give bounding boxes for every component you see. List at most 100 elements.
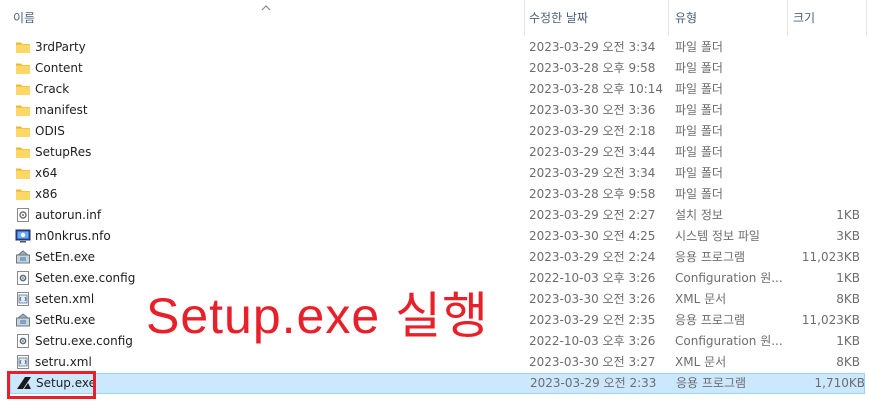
file-date: 2022-10-03 오후 3:26 xyxy=(529,334,656,348)
file-row[interactable]: x86 2023-03-28 오후 9:58 파일 폴더 xyxy=(0,184,869,205)
file-type: 파일 폴더 xyxy=(675,40,723,54)
file-row[interactable]: Crack 2023-03-28 오후 10:14 파일 폴더 xyxy=(0,79,869,100)
file-row[interactable]: Setup.exe 2023-03-29 오전 2:33 응용 프로그램 1,710K… xyxy=(10,373,865,394)
file-type: Configuration 원... xyxy=(675,271,783,285)
file-type: 파일 폴더 xyxy=(675,82,723,96)
file-date: 2023-03-29 오전 2:18 xyxy=(529,124,656,138)
folder-icon xyxy=(15,144,31,160)
column-divider[interactable] xyxy=(866,0,867,36)
xml-file-icon xyxy=(15,291,31,307)
column-header-type-label: 유형 xyxy=(675,11,698,25)
file-type: 파일 폴더 xyxy=(675,61,723,75)
file-size: 11,023KB xyxy=(801,250,860,264)
file-name: Setru.exe.config xyxy=(35,334,133,348)
file-row[interactable]: manifest 2023-03-30 오전 3:36 파일 폴더 xyxy=(0,100,869,121)
file-type: XML 문서 xyxy=(675,355,727,369)
folder-icon xyxy=(15,39,31,55)
system-info-icon xyxy=(15,228,31,244)
file-date: 2023-03-29 오전 3:34 xyxy=(529,40,656,54)
file-size: 3KB xyxy=(836,229,860,243)
file-date: 2023-03-28 오후 9:58 xyxy=(529,187,656,201)
file-row[interactable]: 3rdParty 2023-03-29 오전 3:34 파일 폴더 xyxy=(0,37,869,58)
file-name: SetRu.exe xyxy=(35,313,96,327)
file-row[interactable]: x64 2023-03-29 오전 3:34 파일 폴더 xyxy=(0,163,869,184)
file-name: autorun.inf xyxy=(35,208,102,222)
column-header-type[interactable]: 유형 xyxy=(662,0,787,36)
file-row[interactable]: autorun.inf 2023-03-29 오전 2:27 설치 정보 1KB xyxy=(0,205,869,226)
file-size: 1KB xyxy=(836,334,860,348)
file-name: ODIS xyxy=(35,124,65,138)
folder-icon xyxy=(15,102,31,118)
config-file-icon xyxy=(15,333,31,349)
file-row[interactable]: SetupRes 2023-03-29 오전 3:44 파일 폴더 xyxy=(0,142,869,163)
file-date: 2023-03-29 오전 3:44 xyxy=(529,145,656,159)
file-name: seten.xml xyxy=(35,292,95,306)
file-date: 2023-03-29 오전 2:24 xyxy=(529,250,656,264)
file-type: 파일 폴더 xyxy=(675,103,723,117)
file-row[interactable]: SetEn.exe 2023-03-29 오전 2:24 응용 프로그램 11,023… xyxy=(0,247,869,268)
file-type: 설치 정보 xyxy=(675,208,723,222)
column-header-date-label: 수정한 날짜 xyxy=(529,11,589,25)
file-type: Configuration 원... xyxy=(675,334,783,348)
file-date: 2023-03-28 오후 9:58 xyxy=(529,61,656,75)
file-type: 응용 프로그램 xyxy=(675,250,746,264)
file-date: 2023-03-29 오전 3:34 xyxy=(529,166,656,180)
file-date: 2023-03-30 오전 4:25 xyxy=(529,229,656,243)
folder-icon xyxy=(15,60,31,76)
file-type: 응용 프로그램 xyxy=(675,313,746,327)
file-date: 2023-03-29 오전 2:33 xyxy=(530,376,657,390)
file-size: 1KB xyxy=(836,208,860,222)
file-name: setru.xml xyxy=(35,355,92,369)
file-type: 파일 폴더 xyxy=(675,145,723,159)
sort-ascending-icon xyxy=(261,5,271,11)
file-type: XML 문서 xyxy=(675,292,727,306)
file-row[interactable]: m0nkrus.nfo 2023-03-30 오전 4:25 시스템 정보 파일 3K… xyxy=(0,226,869,247)
annotation-highlight-box xyxy=(7,371,96,399)
column-header-name-label: 이름 xyxy=(13,11,36,25)
file-name: x86 xyxy=(35,187,58,201)
file-size: 1KB xyxy=(836,271,860,285)
column-header-bar: 이름 수정한 날짜 유형 크기 xyxy=(0,0,869,36)
file-row[interactable]: Content 2023-03-28 오후 9:58 파일 폴더 xyxy=(0,58,869,79)
file-date: 2023-03-29 오전 2:35 xyxy=(529,313,656,327)
file-date: 2023-03-30 오전 3:27 xyxy=(529,355,656,369)
folder-icon xyxy=(15,186,31,202)
column-header-size[interactable]: 크기 xyxy=(780,0,866,36)
file-name: SetEn.exe xyxy=(35,250,95,264)
file-size: 11,023KB xyxy=(801,313,860,327)
setup-info-icon xyxy=(15,207,31,223)
file-name: 3rdParty xyxy=(35,40,86,54)
file-name: manifest xyxy=(35,103,88,117)
folder-icon xyxy=(15,123,31,139)
file-type: 파일 폴더 xyxy=(675,166,723,180)
file-size: 8KB xyxy=(836,292,860,306)
file-name: Crack xyxy=(35,82,70,96)
file-date: 2023-03-30 오전 3:26 xyxy=(529,292,656,306)
file-date: 2023-03-30 오전 3:36 xyxy=(529,103,656,117)
file-name: Seten.exe.config xyxy=(35,271,136,285)
file-date: 2023-03-29 오전 2:27 xyxy=(529,208,656,222)
file-row[interactable]: setru.xml 2023-03-30 오전 3:27 XML 문서 8KB xyxy=(0,352,869,373)
folder-icon xyxy=(15,81,31,97)
file-size: 8KB xyxy=(836,355,860,369)
file-row[interactable]: ODIS 2023-03-29 오전 2:18 파일 폴더 xyxy=(0,121,869,142)
file-name: SetupRes xyxy=(35,145,92,159)
file-size: 1,710KB xyxy=(814,376,865,390)
file-name: Content xyxy=(35,61,83,75)
file-type: 응용 프로그램 xyxy=(676,376,747,390)
config-file-icon xyxy=(15,270,31,286)
file-date: 2022-10-03 오후 3:26 xyxy=(529,271,656,285)
xml-file-icon xyxy=(15,354,31,370)
file-date: 2023-03-28 오후 10:14 xyxy=(529,82,664,96)
installer-exe-icon xyxy=(15,249,31,265)
column-header-size-label: 크기 xyxy=(793,11,816,25)
file-name: m0nkrus.nfo xyxy=(35,229,111,243)
file-name: x64 xyxy=(35,166,58,180)
file-type: 파일 폴더 xyxy=(675,187,723,201)
folder-icon xyxy=(15,165,31,181)
annotation-text: Setup.exe 실행 xyxy=(146,288,490,344)
column-header-date[interactable]: 수정한 날짜 xyxy=(516,0,668,36)
installer-exe-icon xyxy=(15,312,31,328)
file-type: 시스템 정보 파일 xyxy=(675,229,760,243)
file-type: 파일 폴더 xyxy=(675,124,723,138)
